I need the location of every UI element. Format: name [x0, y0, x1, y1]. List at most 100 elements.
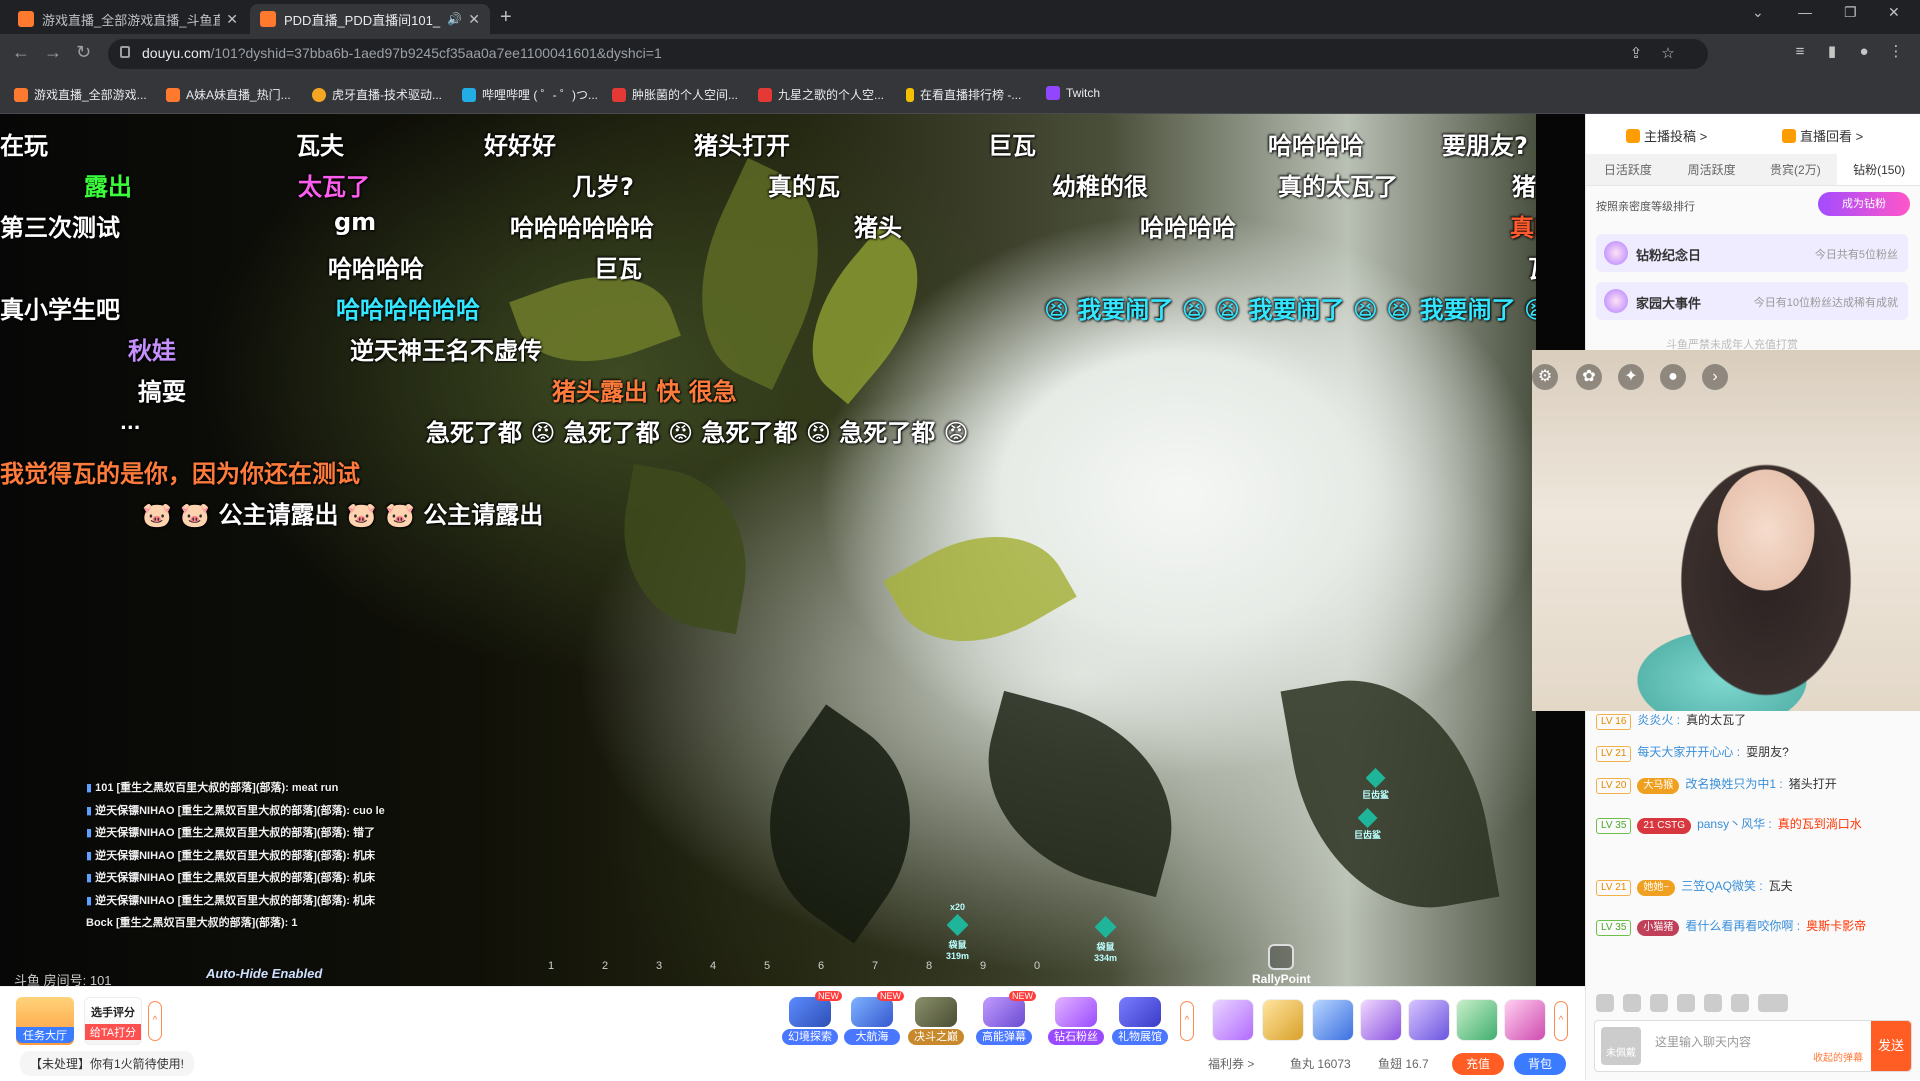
speaker-icon[interactable]: 🔊: [447, 12, 462, 26]
chat-input-box[interactable]: 未佩戴 这里输入聊天内容 收起的弹幕 发送: [1594, 1020, 1912, 1072]
welfare-coupon-link[interactable]: 福利券 >: [1208, 1055, 1254, 1072]
emoji-icon[interactable]: [1596, 994, 1614, 1012]
chat-input-placeholder[interactable]: 这里输入聊天内容: [1655, 1033, 1751, 1050]
gift-slot[interactable]: [1360, 999, 1402, 1041]
replay-link[interactable]: 直播回看 >: [1782, 126, 1863, 145]
reading-list-icon[interactable]: ≡: [1792, 44, 1808, 60]
streamer-posts-link[interactable]: 主播投稿 >: [1626, 126, 1707, 145]
profile-icon[interactable]: ●: [1856, 44, 1872, 60]
gift-high-energy-danmaku[interactable]: NEW 高能弹幕: [976, 991, 1036, 1049]
side-panel-icon[interactable]: ▮: [1824, 44, 1840, 60]
chat-message[interactable]: LV 16 炎炎火 : 真的太瓦了: [1596, 711, 1746, 730]
fold-danmaku-link[interactable]: 收起的弹幕: [1813, 1049, 1863, 1064]
next-arrow-icon[interactable]: ›: [1702, 364, 1728, 390]
chat-username[interactable]: 三笠QAQ微笑 :: [1681, 879, 1762, 893]
bookmark-item[interactable]: 游戏直播_全部游戏...: [14, 86, 147, 103]
rate-player-button[interactable]: 选手评分 给TA打分: [84, 997, 142, 1045]
chat-username[interactable]: pansy丶风华 :: [1697, 817, 1772, 831]
tab-search-chevron-icon[interactable]: ⌄: [1752, 4, 1764, 21]
fan-anniversary-card[interactable]: 钻粉纪念日 今日共有5位粉丝: [1596, 234, 1908, 272]
minimize-icon[interactable]: —: [1798, 4, 1812, 20]
chat-message[interactable]: LV 21 她她~ 三笠QAQ微笑 : 瓦夫: [1596, 877, 1793, 896]
bookmark-item[interactable]: A妹A妹直播_热门...: [166, 86, 291, 103]
chat-username[interactable]: 看什么看再看咬你啊 :: [1685, 919, 1800, 933]
chat-message[interactable]: LV 35 小猫猪 看什么看再看咬你啊 : 奥斯卡影帝: [1596, 917, 1911, 936]
home-events-card[interactable]: 家园大事件 今日有10位粉丝达成稀有成就: [1596, 282, 1908, 320]
star-icon[interactable]: ☆: [1660, 46, 1676, 62]
back-arrow-icon[interactable]: ←: [12, 42, 30, 63]
speaker-icon[interactable]: [1623, 994, 1641, 1012]
event-subtitle: 今日共有5位粉丝: [1814, 249, 1898, 261]
fan-badge-icon[interactable]: [1650, 994, 1668, 1012]
url-text[interactable]: douyu.com/101?dyshid=37bba6b-1aed97b9245…: [142, 45, 662, 61]
gift-fantasy-explore[interactable]: NEW 幻境探索: [782, 991, 842, 1049]
gift-slot[interactable]: [1408, 999, 1450, 1041]
chat-username[interactable]: 改名换姓只为中1 :: [1685, 777, 1782, 791]
chat-username[interactable]: 炎炎火 :: [1637, 713, 1680, 727]
gift-slot[interactable]: [1504, 999, 1546, 1041]
gift-duel-peak[interactable]: 决斗之巅: [908, 997, 964, 1049]
danmaku-comment: gm: [334, 208, 377, 236]
tab-vip[interactable]: 贵宾(2万): [1754, 154, 1838, 185]
barrage-style-icon[interactable]: [1677, 994, 1695, 1012]
medal-avatar[interactable]: 未佩戴: [1601, 1027, 1641, 1065]
gift-gallery[interactable]: 礼物展馆: [1112, 997, 1168, 1049]
bookmark-icon: [906, 87, 914, 102]
gift-slot[interactable]: [1212, 999, 1254, 1041]
shield-icon[interactable]: [1704, 994, 1722, 1012]
bookmark-item[interactable]: Twitch: [1046, 86, 1100, 100]
forward-arrow-icon[interactable]: →: [44, 42, 62, 63]
expand-caret-icon[interactable]: ^: [1554, 1001, 1568, 1041]
window-close-icon[interactable]: ✕: [1888, 4, 1900, 21]
gift-slot[interactable]: [1262, 999, 1304, 1041]
bookmark-item[interactable]: 虎牙直播-技术驱动...: [312, 86, 442, 103]
browser-tab-douyu-games[interactable]: 游戏直播_全部游戏直播_斗鱼直 ✕: [8, 4, 248, 34]
video-player[interactable]: 在玩 瓦夫 好好好 猪头打开 巨瓦 哈哈哈哈 要朋友? 露出 太瓦了 几岁? 真…: [0, 114, 1585, 986]
recharge-button[interactable]: 充值: [1452, 1053, 1504, 1075]
bookmark-item[interactable]: 九星之歌的个人空...: [758, 86, 884, 103]
gift-voyage[interactable]: NEW 大航海: [844, 991, 904, 1049]
filter-icon[interactable]: [1731, 994, 1749, 1012]
new-tab-plus-icon[interactable]: +: [500, 6, 512, 29]
high-energy-icon[interactable]: [1758, 994, 1788, 1012]
danmaku-comment: 要朋友?: [1442, 132, 1528, 160]
close-icon[interactable]: ✕: [226, 11, 238, 28]
expand-caret-icon[interactable]: ^: [1180, 1001, 1194, 1041]
reload-icon[interactable]: ↻: [76, 42, 91, 63]
address-bar[interactable]: douyu.com/101?dyshid=37bba6b-1aed97b9245…: [108, 39, 1708, 69]
gift-slot[interactable]: [1456, 999, 1498, 1041]
chat-message[interactable]: LV 20 大马猴 改名换姓只为中1 : 猪头打开: [1596, 775, 1837, 794]
rocket-gift-slot[interactable]: [1312, 999, 1354, 1041]
restore-icon[interactable]: ❐: [1844, 4, 1857, 21]
hud-creature-marker: x20 袋鼠 319m: [946, 902, 969, 961]
bookmark-label: A妹A妹直播_热门...: [186, 88, 291, 102]
chat-username[interactable]: 每天大家开开心心 :: [1637, 745, 1740, 759]
task-hall-button[interactable]: 任务大厅: [16, 997, 74, 1045]
bubble-icon[interactable]: ●: [1660, 364, 1686, 390]
close-icon[interactable]: ✕: [468, 11, 480, 28]
lock-icon[interactable]: [120, 46, 130, 58]
bookmark-item[interactable]: 肿胀菌的个人空间...: [612, 86, 738, 103]
bookmark-item[interactable]: 在看直播排行榜 -...: [906, 86, 1021, 103]
browser-tab-pdd[interactable]: PDD直播_PDD直播间101_ 🔊 ✕: [250, 4, 490, 34]
beauty-icon[interactable]: ✿: [1576, 364, 1602, 390]
send-button[interactable]: 发送: [1871, 1021, 1911, 1071]
rocket-notice[interactable]: 【未处理】你有1火箭待使用!: [20, 1051, 195, 1076]
become-fan-button[interactable]: 成为钻粉: [1818, 192, 1910, 216]
bookmark-item[interactable]: 哔哩哔哩 ( ゜- ゜)つ...: [462, 86, 598, 103]
expand-caret-icon[interactable]: ^: [148, 1001, 162, 1041]
backpack-button[interactable]: 背包: [1514, 1053, 1566, 1075]
game-chat-line: 逆天保镖NIHAO [重生之黑奴百里大叔的部落](部落): 机床: [86, 890, 385, 913]
gift-diamond-fan[interactable]: 钻石粉丝: [1048, 997, 1104, 1049]
magic-wand-icon[interactable]: ✦: [1618, 364, 1644, 390]
hotbar-slots: 1 2 3 4 5 6 7 8 9 0: [548, 960, 1088, 972]
tab-daily-activity[interactable]: 日活跃度: [1586, 154, 1670, 185]
tab-weekly-activity[interactable]: 周活跃度: [1670, 154, 1754, 185]
danmaku-comment: 幼稚的很: [1052, 173, 1148, 201]
share-icon[interactable]: ⇪: [1628, 46, 1644, 62]
gear-icon[interactable]: ⚙: [1532, 364, 1558, 390]
chat-message[interactable]: LV 21 每天大家开开心心 : 耍朋友?: [1596, 743, 1789, 762]
tab-diamond-fans[interactable]: 钻粉(150): [1837, 154, 1920, 185]
chat-message[interactable]: LV 35 21 CSTG pansy丶风华 : 真的瓦到淌口水: [1596, 815, 1911, 834]
menu-kebab-icon[interactable]: ⋮: [1888, 44, 1904, 60]
